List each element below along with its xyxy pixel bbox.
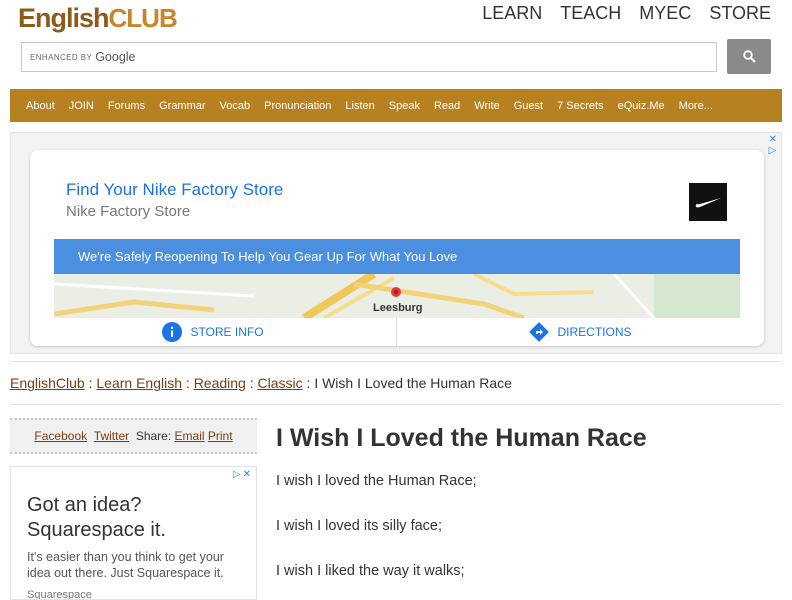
navbar-item-read[interactable]: Read	[434, 100, 460, 112]
logo-english: English	[18, 3, 110, 33]
facebook-link[interactable]: Facebook	[34, 429, 87, 443]
ad-map[interactable]: Leesburg	[54, 274, 740, 318]
nav-store[interactable]: STORE	[709, 2, 771, 24]
ad2-body: It's easier than you think to get your i…	[27, 550, 224, 580]
store-info-label: STORE INFO	[190, 325, 264, 339]
main-navbar: About JOIN Forums Grammar Vocab Pronunci…	[10, 89, 782, 122]
share-label: Share:	[135, 429, 172, 443]
nike-ad: ✕ ▷ Find Your Nike Factory Store Nike Fac…	[10, 132, 782, 354]
directions-button[interactable]: DIRECTIONS	[397, 318, 764, 346]
directions-icon	[529, 322, 550, 342]
nav-teach[interactable]: TEACH	[560, 2, 621, 24]
breadcrumb-current: I Wish I Loved the Human Race	[314, 375, 512, 391]
ad2-brand: Squarespace	[27, 589, 92, 600]
navbar-item-write[interactable]: Write	[474, 100, 499, 112]
map-label: Leesburg	[373, 302, 423, 314]
ad2-headline-line1: Got an idea?	[27, 494, 142, 516]
poem-line: I wish I loved its silly face;	[276, 518, 442, 534]
breadcrumb-classic[interactable]: Classic	[258, 375, 303, 391]
breadcrumb-reading[interactable]: Reading	[194, 375, 246, 391]
navbar-item-equiz[interactable]: eQuiz.Me	[618, 100, 665, 112]
navbar-item-forums[interactable]: Forums	[108, 100, 145, 112]
search-button[interactable]	[727, 39, 771, 74]
top-nav: LEARN TEACH MYEC STORE	[482, 2, 771, 24]
poem-line: I wish I liked the way it walks;	[276, 563, 465, 579]
directions-label: DIRECTIONS	[557, 325, 632, 339]
navbar-item-listen[interactable]: Listen	[345, 100, 374, 112]
twitter-link[interactable]: Twitter	[94, 429, 129, 443]
poem-line: I wish I loved the Human Race;	[276, 473, 477, 489]
breadcrumb-englishclub[interactable]: EnglishClub	[10, 375, 85, 391]
englishclub-logo[interactable]: EnglishCLUB	[18, 2, 178, 34]
navbar-item-more[interactable]: More...	[679, 100, 713, 112]
ad-title[interactable]: Find Your Nike Factory Store	[66, 180, 283, 200]
ad2-headline: Got an idea? Squarespace it.	[27, 493, 166, 543]
share-bar: Facebook Twitter Share: Email Print	[10, 418, 257, 454]
email-link[interactable]: Email	[175, 429, 205, 443]
nav-myec[interactable]: MYEC	[639, 2, 691, 24]
search-input[interactable]: ENHANCED BY Google	[21, 42, 717, 72]
navbar-item-about[interactable]: About	[26, 100, 55, 112]
divider	[10, 361, 782, 362]
navbar-item-pronunciation[interactable]: Pronunciation	[264, 100, 331, 112]
article-title: I Wish I Loved the Human Race	[276, 424, 647, 452]
search-icon	[742, 50, 756, 63]
store-info-button[interactable]: STORE INFO	[30, 318, 397, 346]
navbar-item-vocab[interactable]: Vocab	[220, 100, 251, 112]
breadcrumb: EnglishClub : Learn English : Reading : …	[10, 375, 512, 391]
breadcrumb-learn-english[interactable]: Learn English	[96, 375, 182, 391]
google-label: Google	[95, 50, 136, 64]
divider	[10, 404, 782, 405]
enhanced-by-label: ENHANCED BY	[30, 53, 93, 62]
ad2-headline-line2: Squarespace it.	[27, 519, 166, 541]
squarespace-ad[interactable]: ▷✕ Got an idea? Squarespace it. It's eas…	[10, 466, 257, 600]
ad-banner[interactable]: We're Safely Reopening To Help You Gear …	[54, 239, 740, 274]
nike-swoosh-icon	[689, 183, 727, 221]
info-icon	[162, 322, 183, 342]
navbar-item-7-secrets[interactable]: 7 Secrets	[557, 100, 603, 112]
logo-club: CLUB	[108, 3, 178, 33]
adchoices-icon[interactable]: ▷✕	[233, 469, 253, 480]
navbar-item-speak[interactable]: Speak	[389, 100, 420, 112]
nike-ad-card[interactable]: Find Your Nike Factory Store Nike Factor…	[30, 150, 764, 346]
nav-learn[interactable]: LEARN	[482, 2, 542, 24]
print-link[interactable]: Print	[208, 429, 233, 443]
ad-subtitle: Nike Factory Store	[66, 203, 191, 220]
navbar-item-guest[interactable]: Guest	[514, 100, 543, 112]
adchoices-icon[interactable]: ✕ ▷	[769, 134, 777, 156]
navbar-item-grammar[interactable]: Grammar	[159, 100, 205, 112]
ad-footer: STORE INFO DIRECTIONS	[30, 318, 764, 346]
navbar-item-join[interactable]: JOIN	[69, 100, 94, 112]
